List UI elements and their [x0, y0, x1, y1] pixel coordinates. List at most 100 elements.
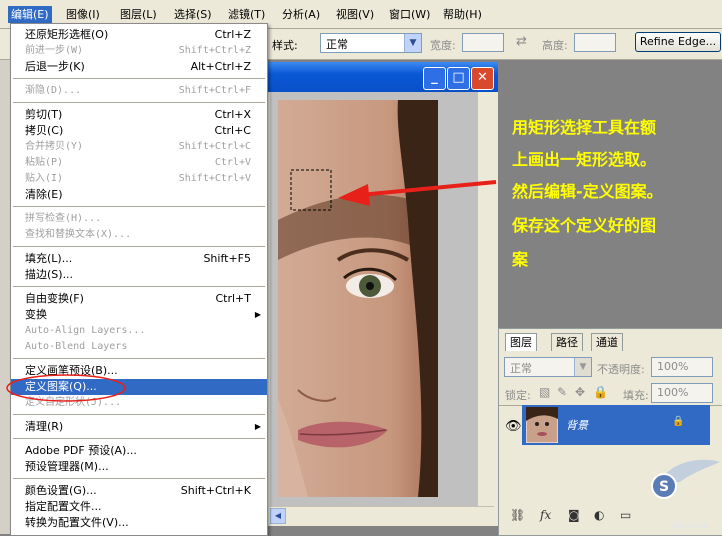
menu-item-label: 指定配置文件...: [25, 500, 102, 513]
menu-item-7[interactable]: 拷贝(C) Ctrl+C: [11, 123, 267, 139]
menubar-item-6[interactable]: 视图(V): [333, 6, 377, 23]
menu-item-14: 查找和替换文本(X)...: [11, 227, 267, 243]
menubar-item-1[interactable]: 图像(I): [63, 6, 103, 23]
mask-icon[interactable]: ◙: [568, 508, 580, 522]
menu-item-0[interactable]: 还原矩形选框(O) Ctrl+Z: [11, 27, 267, 43]
annotation-line-4: 案: [512, 250, 529, 269]
chevron-down-icon: ▼: [404, 34, 421, 52]
menu-item-label: 粘贴(P): [25, 157, 64, 168]
scroll-left-icon[interactable]: ◀: [270, 508, 286, 524]
height-field[interactable]: [574, 33, 616, 52]
menubar-item-5[interactable]: 分析(A): [279, 6, 323, 23]
tab-0[interactable]: 图层: [505, 333, 537, 351]
maximize-icon[interactable]: □: [447, 67, 470, 90]
menu-item-19[interactable]: 自由变换(F) Ctrl+T: [11, 291, 267, 307]
submenu-arrow-icon: ▶: [254, 310, 261, 319]
fill-field[interactable]: 100%: [651, 383, 713, 403]
menu-item-1: 前进一步(W) Shift+Ctrl+Z: [11, 43, 267, 59]
menu-separator: [13, 286, 265, 287]
menu-item-label: 拷贝(C): [25, 124, 64, 137]
blend-mode-value: 正常: [510, 362, 532, 375]
chevron-down-icon: ▼: [574, 358, 591, 376]
menu-item-label: 颜色设置(G)...: [25, 484, 97, 497]
lock-brush-icon[interactable]: ✎: [557, 385, 567, 399]
menu-item-shortcut: Shift+Ctrl+K: [180, 484, 251, 497]
menu-item-label: Auto-Blend Layers: [25, 341, 128, 352]
opacity-value: 100%: [657, 360, 689, 373]
menu-item-33[interactable]: 颜色设置(G)... Shift+Ctrl+K: [11, 483, 267, 499]
close-icon[interactable]: ✕: [471, 67, 494, 90]
minimize-icon[interactable]: _: [423, 67, 446, 90]
folder-icon[interactable]: ▭: [620, 508, 631, 522]
menu-item-9: 粘贴(P) Ctrl+V: [11, 155, 267, 171]
menu-item-label: 描边(S)...: [25, 268, 74, 281]
menu-separator: [13, 206, 265, 207]
menu-item-label: 剪切(T): [25, 108, 63, 121]
menu-item-17[interactable]: 描边(S)...: [11, 267, 267, 283]
watermark-url: yuu.com: [670, 521, 709, 531]
menu-item-label: 渐隐(D)...: [25, 85, 82, 96]
menu-item-label: 变换: [25, 308, 47, 321]
menu-item-shortcut: Ctrl+V: [214, 157, 251, 168]
lock-all-icon[interactable]: 🔒: [593, 385, 608, 399]
portrait-photo[interactable]: [278, 100, 438, 497]
layer-thumbnail: [526, 407, 558, 443]
watermark-logo: S yuu.com: [651, 459, 720, 531]
tab-2[interactable]: 通道: [591, 333, 623, 351]
highlight-ellipse: [6, 374, 126, 402]
horizontal-scrollbar[interactable]: ◀: [270, 506, 494, 524]
menu-item-8: 合并拷贝(Y) Shift+Ctrl+C: [11, 139, 267, 155]
eye-icon[interactable]: 👁: [505, 419, 522, 434]
menubar-item-0[interactable]: 编辑(E): [8, 6, 52, 23]
menu-item-shortcut: Shift+Ctrl+Z: [178, 45, 251, 56]
layer-row-background[interactable]: 背景 🔒: [522, 405, 710, 445]
width-field[interactable]: [462, 33, 504, 52]
menubar-item-7[interactable]: 窗口(W): [386, 6, 433, 23]
menu-item-shortcut: Ctrl+X: [214, 108, 251, 121]
lock-move-icon[interactable]: ✥: [575, 385, 585, 399]
refine-edge-button[interactable]: Refine Edge...: [635, 32, 721, 52]
blend-mode-select[interactable]: 正常 ▼: [504, 357, 592, 377]
menu-separator: [13, 414, 265, 415]
menu-item-30[interactable]: Adobe PDF 预设(A)...: [11, 443, 267, 459]
menu-item-22: Auto-Blend Layers: [11, 339, 267, 355]
menubar-item-3[interactable]: 选择(S): [171, 6, 215, 23]
menu-item-35[interactable]: 转换为配置文件(V)...: [11, 515, 267, 531]
style-select[interactable]: 正常 ▼: [320, 33, 422, 53]
lock-transparent-icon[interactable]: ▧: [539, 385, 550, 399]
menu-item-label: 拼写检查(H)...: [25, 213, 102, 224]
menu-item-label: 合并拷贝(Y): [25, 141, 84, 152]
menu-item-4: 渐隐(D)... Shift+Ctrl+F: [11, 83, 267, 99]
menubar-item-2[interactable]: 图层(L): [117, 6, 160, 23]
adjustment-icon[interactable]: ◐: [594, 508, 604, 522]
menu-item-28[interactable]: 清理(R) ▶: [11, 419, 267, 435]
tools-panel: [0, 60, 10, 534]
menu-item-31[interactable]: 预设管理器(M)...: [11, 459, 267, 475]
opacity-label: 不透明度:: [597, 363, 645, 376]
fx-icon[interactable]: fx: [540, 508, 551, 522]
red-arrow-icon: [338, 180, 497, 206]
height-label: 高度:: [542, 39, 568, 52]
layer-name: 背景: [566, 419, 588, 432]
menu-item-2[interactable]: 后退一步(K) Alt+Ctrl+Z: [11, 59, 267, 75]
swap-icon[interactable]: ⇄: [516, 34, 527, 49]
menu-item-label: 前进一步(W): [25, 45, 84, 56]
menu-separator: [13, 438, 265, 439]
menu-item-11[interactable]: 清除(E): [11, 187, 267, 203]
menu-item-34[interactable]: 指定配置文件...: [11, 499, 267, 515]
menu-item-6[interactable]: 剪切(T) Ctrl+X: [11, 107, 267, 123]
document-title-bar[interactable]: _ □ ✕: [266, 62, 498, 92]
annotation-line-3: 保存这个定义好的图: [512, 216, 657, 235]
menu-item-16[interactable]: 填充(L)... Shift+F5: [11, 251, 267, 267]
opacity-field[interactable]: 100%: [651, 357, 713, 377]
tab-1[interactable]: 路径: [551, 333, 583, 351]
menu-item-shortcut: Ctrl+C: [214, 124, 251, 137]
menubar-item-4[interactable]: 滤镜(T): [225, 6, 268, 23]
menu-separator: [13, 102, 265, 103]
menu-item-label: 转换为配置文件(V)...: [25, 516, 129, 529]
vertical-scrollbar[interactable]: [478, 92, 494, 506]
menu-separator: [13, 358, 265, 359]
menubar-item-8[interactable]: 帮助(H): [440, 6, 485, 23]
menu-item-20[interactable]: 变换 ▶: [11, 307, 267, 323]
link-icon[interactable]: ⛓: [510, 508, 525, 522]
